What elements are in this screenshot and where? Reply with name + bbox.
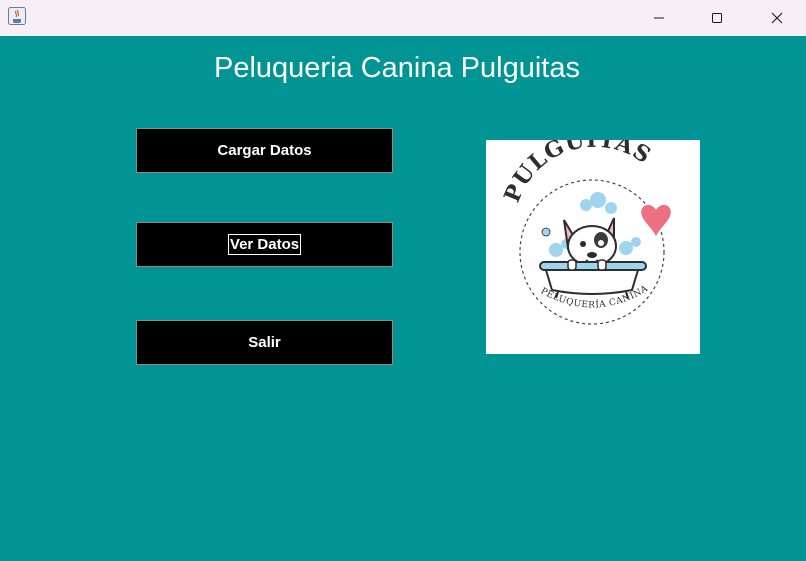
title-bar	[0, 0, 806, 36]
dog-in-bathtub-logo	[539, 217, 647, 299]
page-title: Peluqueria Canina Pulguitas	[214, 52, 580, 84]
svg-text:PULGUITAS: PULGUITAS	[499, 140, 656, 206]
maximize-icon	[712, 13, 722, 23]
maximize-button[interactable]	[688, 0, 746, 36]
pulguitas-logo: PULGUITAS	[486, 127, 700, 354]
load-data-button[interactable]: Cargar Datos	[136, 128, 393, 173]
view-data-button[interactable]: Ver Datos	[136, 222, 393, 267]
minimize-button[interactable]	[630, 0, 688, 36]
close-button[interactable]	[748, 0, 806, 36]
minimize-icon	[654, 17, 664, 19]
java-app-icon[interactable]	[8, 7, 26, 25]
exit-label: Salir	[248, 334, 281, 351]
app-window: Peluqueria Canina Pulguitas Cargar Datos…	[0, 0, 806, 561]
view-data-label: Ver Datos	[227, 234, 302, 255]
exit-button[interactable]: Salir	[136, 320, 393, 365]
load-data-label: Cargar Datos	[217, 142, 312, 159]
logo-brand-text: PULGUITAS	[499, 127, 655, 206]
close-icon	[771, 12, 783, 24]
heart-icon	[641, 204, 671, 236]
